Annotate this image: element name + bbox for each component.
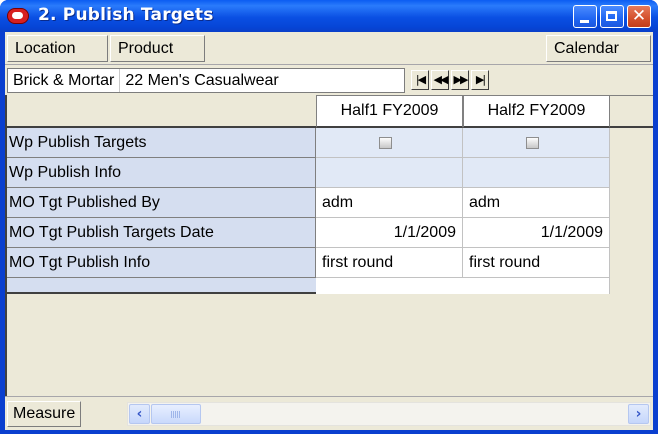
chevron-right-icon: › [635, 406, 642, 422]
minimize-icon [580, 20, 589, 23]
table-cell[interactable]: first round [316, 248, 463, 278]
previous-page-button[interactable]: ◀◀ [431, 70, 449, 90]
measure-tile[interactable]: Measure [7, 401, 82, 427]
grid-corner [7, 95, 316, 128]
minimize-button[interactable] [573, 5, 597, 28]
measure-grid: Half1 FY2009 Half2 FY2009 Wp Publish Tar… [5, 95, 653, 401]
table-cell[interactable] [463, 158, 610, 188]
row-filler [610, 158, 653, 188]
row-filler [610, 248, 653, 278]
column-header-half2[interactable]: Half2 FY2009 [463, 95, 610, 128]
row-header-mo-tgt-published-by: MO Tgt Published By [7, 188, 316, 218]
slice-location-value: Brick & Mortar [13, 72, 115, 89]
horizontal-scrollbar[interactable]: ‹ › [127, 402, 651, 426]
previous-icon: ◀◀ [433, 73, 449, 86]
table-cell[interactable]: 1/1/2009 [463, 218, 610, 248]
first-icon: |◀ [415, 73, 426, 86]
maximize-button[interactable] [600, 5, 624, 28]
calendar-tile[interactable]: Calendar [546, 35, 651, 62]
table-cell[interactable] [316, 128, 463, 158]
publish-checkbox-half2[interactable] [526, 137, 539, 149]
last-page-button[interactable]: ▶| [471, 70, 489, 90]
column-header-filler [610, 95, 653, 128]
table-cell[interactable]: adm [463, 188, 610, 218]
product-tile[interactable]: Product [110, 35, 205, 62]
scroll-thumb[interactable] [151, 404, 201, 424]
close-button[interactable]: ✕ [627, 5, 651, 28]
maximize-icon [606, 11, 617, 21]
slice-product-value: 22 Men's Casualwear [119, 69, 283, 92]
row-filler [610, 188, 653, 218]
dimension-tile-row: Location Product Calendar [5, 32, 653, 65]
close-icon: ✕ [631, 6, 647, 26]
row-header-mo-tgt-publish-info: MO Tgt Publish Info [7, 248, 316, 278]
title-bar[interactable]: 2. Publish Targets ✕ [0, 0, 658, 32]
scroll-left-button[interactable]: ‹ [129, 404, 150, 424]
window-title: 2. Publish Targets [38, 5, 214, 25]
slice-selector[interactable]: Brick & Mortar 22 Men's Casualwear [7, 68, 405, 93]
row-header-wp-publish-targets: Wp Publish Targets [7, 128, 316, 158]
row-header-filler [7, 278, 316, 294]
first-page-button[interactable]: |◀ [411, 70, 429, 90]
next-icon: ▶▶ [453, 73, 469, 86]
table-cell[interactable]: adm [316, 188, 463, 218]
next-page-button[interactable]: ▶▶ [451, 70, 469, 90]
last-icon: ▶| [475, 73, 486, 86]
row-header-wp-publish-info: Wp Publish Info [7, 158, 316, 188]
table-cell[interactable] [316, 158, 463, 188]
window-client-area: Location Product Calendar Brick & Mortar… [5, 32, 653, 430]
grid-empty-area [316, 278, 610, 294]
row-filler [610, 218, 653, 248]
table-cell[interactable] [463, 128, 610, 158]
publish-targets-window: 2. Publish Targets ✕ Location Product Ca… [0, 0, 658, 434]
row-filler [610, 128, 653, 158]
row-header-mo-tgt-publish-targets-date: MO Tgt Publish Targets Date [7, 218, 316, 248]
bottom-bar: Measure ‹ › [5, 396, 653, 430]
chevron-left-icon: ‹ [136, 406, 143, 422]
app-logo-icon [7, 8, 29, 24]
column-header-half1[interactable]: Half1 FY2009 [316, 95, 463, 128]
location-tile[interactable]: Location [7, 35, 108, 62]
table-cell[interactable]: first round [463, 248, 610, 278]
publish-checkbox-half1[interactable] [379, 137, 392, 149]
scroll-right-button[interactable]: › [628, 404, 649, 424]
table-cell[interactable]: 1/1/2009 [316, 218, 463, 248]
